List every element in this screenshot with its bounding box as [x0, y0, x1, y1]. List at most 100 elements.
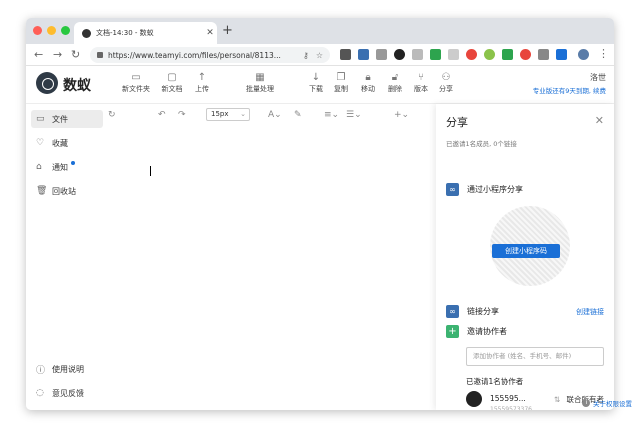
- extension-icon[interactable]: [340, 49, 351, 60]
- help-icon: ⓘ: [36, 365, 46, 376]
- text-style-icon[interactable]: A⌄: [268, 110, 282, 120]
- sidebar-item-label: 文件: [52, 114, 68, 124]
- unread-badge: [71, 161, 75, 165]
- link-share-row: ∞ 链接分享: [446, 305, 499, 318]
- upload-icon: ↑: [197, 72, 207, 83]
- document-icon: ▢: [167, 72, 177, 83]
- feedback-label: 意见反馈: [52, 388, 84, 398]
- tab-title: 文档-14:30 - 数蚁: [96, 29, 154, 37]
- create-qr-button[interactable]: 创建小程序码: [492, 244, 560, 258]
- permission-settings-link[interactable]: i 关于权限设置: [582, 398, 632, 408]
- create-link-button[interactable]: 创建链接: [576, 307, 604, 317]
- new-tab-button[interactable]: +: [222, 23, 233, 38]
- share-button[interactable]: ⚇ 分享: [429, 71, 463, 94]
- highlight-icon[interactable]: ✎: [294, 110, 302, 120]
- close-window-button[interactable]: [33, 26, 42, 35]
- share-panel: 分享 ✕ 已邀请1名成员, 0个链接 ∞ 通过小程序分享 创建小程序码 ∞ 链接…: [436, 104, 614, 410]
- tab-strip: 文档-14:30 - 数蚁 ✕ +: [26, 18, 614, 44]
- profile-avatar[interactable]: [578, 49, 589, 60]
- chevron-down-icon: ⌄: [240, 110, 246, 118]
- link-share-label: 链接分享: [467, 307, 499, 316]
- upload-label: 上传: [195, 85, 209, 93]
- trash-icon: 🗑︎: [36, 186, 48, 196]
- maximize-window-button[interactable]: [61, 26, 70, 35]
- reload-icon[interactable]: ↻: [71, 48, 80, 61]
- extension-icon[interactable]: [394, 49, 405, 60]
- new-doc-button[interactable]: ▢ 新文档: [155, 71, 189, 94]
- batch-button[interactable]: ▦ 批量处理: [241, 71, 279, 94]
- extension-icon[interactable]: [520, 49, 531, 60]
- invite-collaborator-input[interactable]: 添加协作者 (姓名、手机号、邮件): [466, 347, 604, 366]
- redo-partial-icon[interactable]: ↻: [108, 110, 116, 120]
- share-summary: 已邀请1名成员, 0个链接: [446, 140, 517, 148]
- address-bar[interactable]: https://www.teamyi.com/files/personal/81…: [90, 47, 330, 63]
- sort-icon: ⇅: [553, 395, 561, 404]
- sidebar-item-label: 通知: [52, 162, 68, 172]
- window-controls: [33, 26, 70, 35]
- feedback-link[interactable]: ◌ 意见反馈: [31, 384, 103, 402]
- close-icon[interactable]: ✕: [595, 114, 604, 127]
- help-link[interactable]: ⓘ 使用说明: [31, 360, 103, 378]
- miniprogram-share-label: 通过小程序分享: [467, 185, 523, 194]
- sidebar-item-notifications[interactable]: ⌂ 通知: [31, 158, 103, 176]
- inbox-icon: ⌂: [36, 162, 42, 172]
- extension-icon[interactable]: [430, 49, 441, 60]
- collaborator-name: 155595...: [490, 394, 526, 403]
- key-icon[interactable]: ⚷: [303, 51, 309, 60]
- menu-icon[interactable]: ⋮: [598, 47, 609, 60]
- browser-tab[interactable]: 文档-14:30 - 数蚁 ✕: [74, 22, 217, 44]
- folder-icon: ▭: [131, 72, 141, 83]
- new-doc-label: 新文档: [161, 85, 183, 93]
- app-logo: [36, 72, 58, 94]
- brand-name: 数蚁: [63, 78, 91, 94]
- extension-icon[interactable]: [502, 49, 513, 60]
- collaborator-phone: 15559573376: [490, 406, 532, 410]
- chat-icon: ◌: [36, 388, 44, 398]
- minimize-window-button[interactable]: [47, 26, 56, 35]
- undo-icon[interactable]: ↶: [158, 110, 166, 120]
- list-icon[interactable]: ☰⌄: [346, 110, 362, 120]
- link-icon: ∞: [446, 183, 459, 196]
- forward-icon[interactable]: →: [53, 48, 62, 61]
- extension-icon[interactable]: [358, 49, 369, 60]
- info-icon: i: [582, 399, 591, 407]
- extension-icon[interactable]: [466, 49, 477, 60]
- extension-icon[interactable]: [556, 49, 567, 60]
- document-editor[interactable]: ↻ ↶ ↷ 15px ⌄ A⌄ ✎ ≡⌄ ☰⌄ +⌄: [106, 104, 436, 410]
- sidebar: ▭ 文件 ♡ 收藏 ⌂ 通知 🗑︎ 回收站 ⓘ 使用说明 ◌ 意见反馈: [26, 104, 106, 410]
- lock-icon: [97, 52, 103, 58]
- extension-icon[interactable]: [376, 49, 387, 60]
- text-caret: [150, 166, 151, 176]
- folder-icon: ▭: [36, 114, 45, 124]
- extension-icon[interactable]: [538, 49, 549, 60]
- back-icon[interactable]: ←: [34, 48, 43, 61]
- user-name[interactable]: 洛世: [590, 72, 606, 83]
- font-size-select[interactable]: 15px ⌄: [206, 108, 250, 121]
- new-folder-button[interactable]: ▭ 新文件夹: [119, 71, 153, 94]
- sidebar-item-trash[interactable]: 🗑︎ 回收站: [31, 182, 103, 200]
- redo-icon[interactable]: ↷: [178, 110, 186, 120]
- browser-toolbar: ← → ↻ https://www.teamyi.com/files/perso…: [26, 44, 614, 66]
- grid-icon: ▦: [255, 72, 265, 83]
- extension-icon[interactable]: [448, 49, 459, 60]
- batch-label: 批量处理: [246, 85, 274, 93]
- url-text: https://www.teamyi.com/files/personal/81…: [108, 50, 281, 60]
- share-title: 分享: [446, 116, 468, 129]
- align-icon[interactable]: ≡⌄: [324, 110, 339, 120]
- close-tab-icon[interactable]: ✕: [203, 28, 217, 38]
- permission-link-label: 关于权限设置: [593, 400, 632, 408]
- bookmark-star-icon[interactable]: ☆: [316, 51, 323, 60]
- invite-label: 邀请协作者: [467, 327, 507, 336]
- subscription-notice[interactable]: 专业版还有9天到期, 续费: [533, 85, 606, 95]
- insert-icon[interactable]: +⌄: [394, 110, 409, 120]
- link-icon: ∞: [446, 305, 459, 318]
- upload-button[interactable]: ↑ 上传: [185, 71, 219, 94]
- miniprogram-share-row: ∞ 通过小程序分享: [446, 183, 523, 196]
- sidebar-item-label: 回收站: [52, 186, 76, 196]
- app-header: 数蚁 ▭ 新文件夹 ▢ 新文档 ↑ 上传 ▦ 批量处理 ↓ 下载 ❐ 复制 🔒︎…: [26, 66, 614, 104]
- sidebar-item-favorites[interactable]: ♡ 收藏: [31, 134, 103, 152]
- plus-icon: +: [446, 325, 459, 338]
- sidebar-item-files[interactable]: ▭ 文件: [31, 110, 103, 128]
- extension-icon[interactable]: [412, 49, 423, 60]
- extension-icon[interactable]: [484, 49, 495, 60]
